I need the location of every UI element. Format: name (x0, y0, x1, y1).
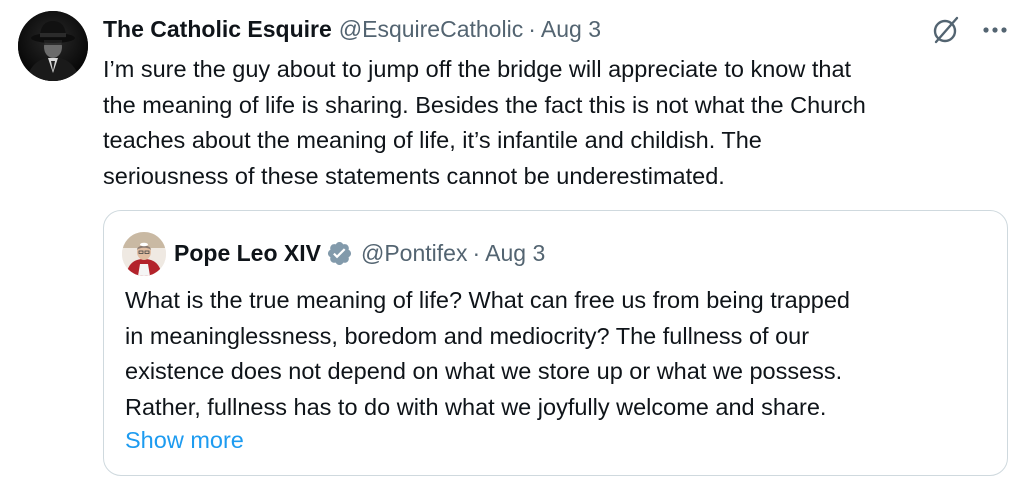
quoted-tweet-header: Pope Leo XIV @Pontifex · Aug 3 (174, 236, 545, 270)
quoted-tweet-date[interactable]: Aug 3 (485, 240, 545, 267)
quoted-tweet-text: What is the true meaning of life? What c… (125, 283, 995, 425)
tweet-header: The Catholic Esquire @EsquireCatholic · … (103, 12, 601, 46)
tweet-text-line: the meaning of life is sharing. Besides … (103, 91, 866, 118)
quoted-author-name[interactable]: Pope Leo XIV (174, 240, 321, 267)
verified-badge-icon[interactable] (326, 240, 353, 267)
tweet-text: I’m sure the guy about to jump off the b… (103, 52, 1003, 194)
tweet-text-line: seriousness of these statements cannot b… (103, 162, 725, 189)
quoted-author-handle[interactable]: @Pontifex (361, 240, 467, 267)
quoted-text-line: Rather, fullness has to do with what we … (125, 393, 827, 420)
separator-dot: · (528, 15, 536, 42)
more-options-icon[interactable] (978, 14, 1012, 46)
tweet-date[interactable]: Aug 3 (541, 16, 601, 43)
show-more-link[interactable]: Show more (125, 423, 244, 459)
quoted-text-line: existence does not depend on what we sto… (125, 358, 843, 384)
quoted-tweet[interactable]: Pope Leo XIV @Pontifex · Aug 3 What is t… (103, 210, 1008, 476)
author-name[interactable]: The Catholic Esquire (103, 16, 332, 43)
tweet-text-line: I’m sure the guy about to jump off the b… (103, 56, 852, 82)
quoted-text-line: in meaninglessness, boredom and mediocri… (125, 322, 810, 349)
separator-dot: · (472, 239, 481, 266)
quoted-author-avatar[interactable] (122, 232, 166, 276)
quoted-text-line: What is the true meaning of life? What c… (125, 287, 850, 313)
tweet-text-line: teaches about the meaning of life, it’s … (103, 127, 762, 153)
tweet[interactable]: The Catholic Esquire @EsquireCatholic · … (0, 0, 1026, 500)
author-avatar[interactable] (18, 11, 88, 81)
man-in-fedora-avatar-icon (18, 11, 88, 81)
grok-icon[interactable] (930, 14, 962, 46)
author-handle[interactable]: @EsquireCatholic (339, 16, 523, 43)
pope-avatar-icon (122, 232, 166, 276)
